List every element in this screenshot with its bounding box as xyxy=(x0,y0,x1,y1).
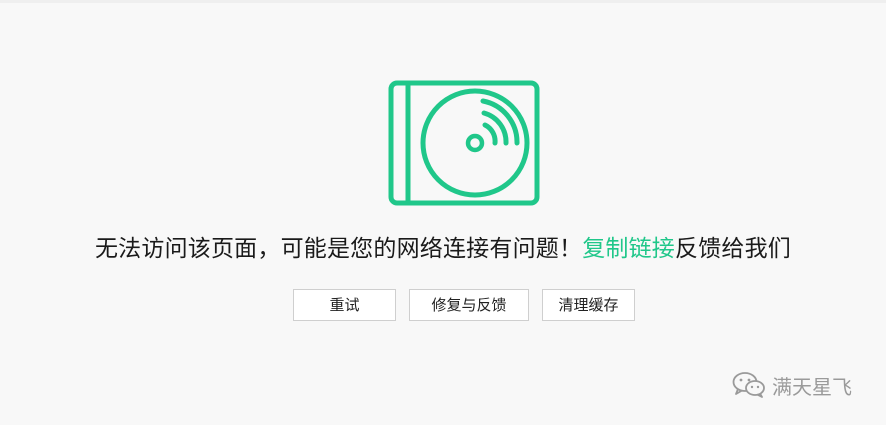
top-divider xyxy=(0,0,886,3)
wechat-icon xyxy=(732,372,765,398)
retry-button[interactable]: 重试 xyxy=(293,289,396,321)
error-message-text: 无法访问该页面，可能是您的网络连接有问题！ xyxy=(94,236,583,262)
error-page: 无法访问该页面，可能是您的网络连接有问题！复制链接反馈给我们 重试 修复与反馈 … xyxy=(0,0,886,425)
watermark: 满天星飞 xyxy=(732,370,852,400)
disc-error-icon xyxy=(388,80,540,206)
error-message: 无法访问该页面，可能是您的网络连接有问题！复制链接反馈给我们 xyxy=(0,232,886,266)
copy-link[interactable]: 复制链接 xyxy=(582,236,675,262)
error-message-suffix: 反馈给我们 xyxy=(675,236,791,262)
watermark-text: 满天星飞 xyxy=(772,374,852,399)
clear-cache-button[interactable]: 清理缓存 xyxy=(542,289,635,321)
repair-feedback-button[interactable]: 修复与反馈 xyxy=(409,289,529,321)
